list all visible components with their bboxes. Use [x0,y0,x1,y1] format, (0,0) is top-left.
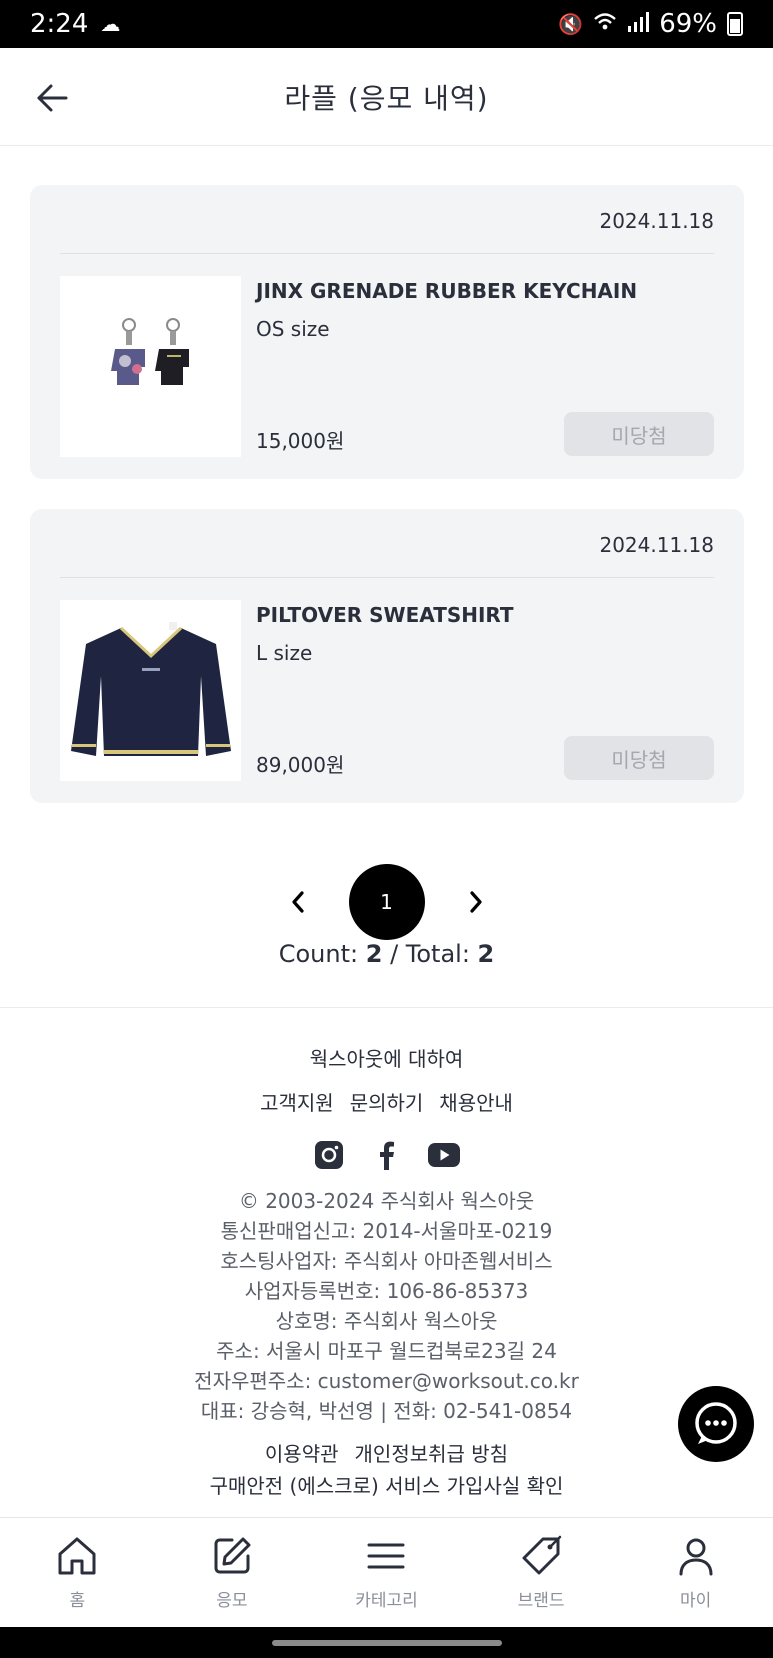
nav-label: 응모 [216,1591,248,1611]
chevron-right-icon [469,891,482,913]
page-number-current[interactable]: 1 [348,864,425,940]
total-label: / Total: [382,940,478,968]
count-label: Count: [278,940,366,968]
company-email: 전자우편주소: customer@worksout.co.kr [194,1369,579,1393]
next-page-button[interactable] [461,887,491,917]
chat-button[interactable] [678,1386,754,1462]
tag-icon [522,1535,562,1575]
product-price: 15,000원 [256,429,345,453]
inquiry-link[interactable]: 문의하기 [350,1084,424,1122]
page-title: 라플 (응모 내역) [284,81,489,115]
system-navigation-bar [0,1627,773,1658]
edit-icon [214,1537,251,1574]
nav-raffle[interactable]: 응모 [155,1518,310,1627]
instagram-icon[interactable] [314,1140,344,1170]
signal-icon [627,11,650,37]
product-image[interactable] [60,600,241,781]
raffle-entry-card[interactable]: 2024.11.18 PILTOVER SWEATSHIRT L size 89… [30,509,744,803]
nav-brand[interactable]: 브랜드 [464,1518,619,1627]
terms-link[interactable]: 이용약관 [265,1438,339,1470]
status-time: 2:24 [30,9,89,39]
entry-date: 2024.11.18 [599,209,714,233]
product-name: JINX GRENADE RUBBER KEYCHAIN [256,279,638,303]
raffle-history-page: 2:24 ☁ 🔇 69% 라플 (응모 내역) 2024.11.18 JINX … [0,0,773,1658]
customer-support-link[interactable]: 고객지원 [260,1084,334,1122]
status-bar: 2:24 ☁ 🔇 69% [0,0,773,48]
battery-icon [727,12,743,36]
copyright-text: © 2003-2024 주식회사 웍스아웃 [238,1189,535,1213]
sweatshirt-image [70,621,231,756]
youtube-icon[interactable] [427,1143,460,1167]
recruit-link[interactable]: 채용안내 [439,1084,513,1122]
hosting-provider: 호스팅사업자: 주식회사 아마존웹서비스 [220,1249,553,1273]
battery-percent: 69% [659,9,717,39]
cloud-icon: ☁ [100,12,121,36]
home-icon [58,1537,96,1575]
footer: 웍스아웃에 대하여 고객지원 문의하기 채용안내 © 2003-2024 주식회… [0,1040,773,1502]
raffle-entry-card[interactable]: 2024.11.18 JINX GRENADE RUBBER KEYCHAIN … [30,185,744,479]
home-gesture-handle[interactable] [271,1639,502,1646]
nav-label: 브랜드 [517,1591,565,1611]
nav-my[interactable]: 마이 [618,1518,773,1627]
divider [0,1007,773,1008]
entry-date: 2024.11.18 [599,533,714,557]
product-size: L size [256,641,313,665]
footer-links: 고객지원 문의하기 채용안내 [0,1084,773,1122]
product-name: PILTOVER SWEATSHIRT [256,603,514,627]
user-icon [679,1538,713,1576]
menu-icon [367,1543,405,1569]
divider [60,253,714,254]
company-name: 상호명: 주식회사 웍스아웃 [275,1309,498,1333]
nav-label: 홈 [69,1591,86,1611]
business-report-number: 통신판매업신고: 2014-서울마포-0219 [220,1219,553,1243]
social-links [0,1134,773,1176]
escrow-link[interactable]: 구매안전 (에스크로) 서비스 가입사실 확인 [0,1470,773,1502]
company-info: © 2003-2024 주식회사 웍스아웃 통신판매업신고: 2014-서울마포… [0,1186,773,1426]
result-status-badge: 미당첨 [564,412,714,456]
company-address: 주소: 서울시 마포구 월드컵북로23길 24 [216,1339,557,1363]
nav-label: 마이 [680,1591,712,1611]
chat-bubble-icon [695,1402,737,1444]
nav-label: 카테고리 [355,1591,418,1611]
total-value: 2 [477,940,495,968]
nav-home[interactable]: 홈 [0,1518,155,1627]
policy-links: 이용약관 개인정보취급 방침 구매안전 (에스크로) 서비스 가입사실 확인 [0,1438,773,1502]
nav-category[interactable]: 카테고리 [309,1518,464,1627]
privacy-policy-link[interactable]: 개인정보취급 방침 [355,1438,509,1470]
product-image[interactable] [60,276,241,457]
business-registration-number: 사업자등록번호: 106-86-85373 [244,1279,529,1303]
bottom-navigation: 홈 응모 카테고리 브랜드 마이 [0,1517,773,1627]
divider [60,577,714,578]
page-header: 라플 (응모 내역) [0,48,773,146]
pagination: 1 [0,864,773,940]
result-status-badge: 미당첨 [564,736,714,780]
product-price: 89,000원 [256,753,345,777]
prev-page-button[interactable] [283,887,313,917]
wifi-icon [593,12,617,37]
representative-phone: 대표: 강승혁, 박선영 | 전화: 02-541-0854 [200,1399,573,1423]
about-link[interactable]: 웍스아웃에 대하여 [0,1040,773,1078]
facebook-icon[interactable] [376,1140,396,1170]
keychain-image [110,317,189,385]
back-button[interactable] [30,76,74,120]
arrow-left-icon [37,84,68,112]
chevron-left-icon [291,891,304,913]
count-value: 2 [365,940,383,968]
mute-icon: 🔇 [558,12,584,36]
count-total-text: Count: 2 / Total: 2 [0,940,773,968]
product-size: OS size [256,317,330,341]
